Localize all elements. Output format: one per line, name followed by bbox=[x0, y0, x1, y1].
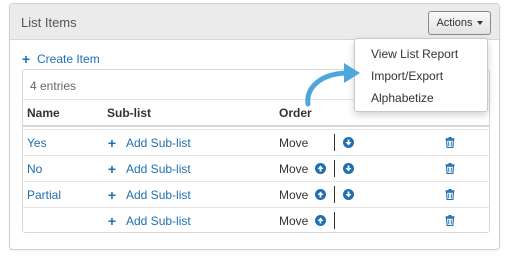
plus-icon: + bbox=[107, 160, 117, 177]
add-sublist-label: Add Sub-list bbox=[126, 213, 191, 228]
row-sublist-cell: + Add Sub-list bbox=[107, 208, 191, 232]
plus-icon: + bbox=[107, 212, 117, 229]
menu-item-import-export[interactable]: Import/Export bbox=[355, 65, 487, 87]
row-sublist-cell: + Add Sub-list bbox=[107, 182, 191, 207]
order-divider bbox=[334, 186, 336, 203]
trash-icon[interactable] bbox=[445, 215, 455, 226]
row-delete-cell bbox=[445, 156, 455, 181]
row-sublist-cell: + Add Sub-list bbox=[107, 156, 191, 181]
caret-down-icon bbox=[476, 21, 483, 25]
column-header-sublist: Sub-list bbox=[107, 105, 151, 120]
trash-icon[interactable] bbox=[445, 137, 455, 148]
arrow-up-circle-icon[interactable] bbox=[315, 215, 327, 226]
plus-icon: + bbox=[107, 186, 117, 203]
order-divider bbox=[334, 134, 336, 151]
row-order-cell: Move bbox=[279, 130, 355, 155]
row-name-link[interactable]: No bbox=[27, 162, 42, 176]
row-order-cell: Move bbox=[279, 208, 338, 232]
actions-dropdown-menu: View List Report Import/Export Alphabeti… bbox=[354, 38, 488, 112]
menu-item-view-list-report[interactable]: View List Report bbox=[355, 43, 487, 65]
add-sublist-label: Add Sub-list bbox=[126, 161, 191, 176]
arrow-down-circle-icon[interactable] bbox=[343, 189, 355, 200]
move-label: Move bbox=[279, 161, 309, 176]
row-name-cell: No bbox=[27, 156, 42, 181]
order-divider bbox=[334, 160, 336, 177]
move-label: Move bbox=[279, 135, 309, 150]
create-item-link[interactable]: + Create Item bbox=[21, 51, 100, 67]
add-sublist-label: Add Sub-list bbox=[126, 135, 191, 150]
move-label: Move bbox=[279, 187, 309, 202]
row-delete-cell bbox=[445, 130, 455, 155]
table-row: Partial + Add Sub-list Move bbox=[23, 181, 489, 207]
plus-icon: + bbox=[107, 134, 117, 151]
row-name-link[interactable]: Partial bbox=[27, 188, 61, 202]
row-order-cell: Move bbox=[279, 156, 355, 181]
panel-header: List Items Actions bbox=[10, 4, 499, 40]
order-divider bbox=[334, 212, 336, 229]
trash-icon[interactable] bbox=[445, 189, 455, 200]
panel-title: List Items bbox=[21, 15, 77, 30]
row-name-cell: Partial bbox=[27, 182, 61, 207]
arrow-down-circle-icon[interactable] bbox=[343, 137, 355, 148]
row-delete-cell bbox=[445, 208, 455, 232]
table-row: + Add Sub-list Move bbox=[23, 207, 489, 232]
table-row: Yes + Add Sub-list Move bbox=[23, 129, 489, 155]
arrow-down-circle-icon[interactable] bbox=[343, 163, 355, 174]
arrow-up-circle-icon[interactable] bbox=[315, 189, 327, 200]
row-delete-cell bbox=[445, 182, 455, 207]
add-sublist-link[interactable]: + Add Sub-list bbox=[107, 214, 191, 228]
empty-slot bbox=[315, 137, 326, 148]
trash-icon[interactable] bbox=[445, 163, 455, 174]
table-row: No + Add Sub-list Move bbox=[23, 155, 489, 181]
actions-button[interactable]: Actions bbox=[428, 11, 491, 35]
actions-button-label: Actions bbox=[436, 17, 473, 29]
curved-arrow-icon bbox=[305, 63, 360, 107]
menu-item-alphabetize[interactable]: Alphabetize bbox=[355, 87, 487, 109]
row-order-cell: Move bbox=[279, 182, 355, 207]
create-item-label: Create Item bbox=[37, 52, 100, 66]
row-sublist-cell: + Add Sub-list bbox=[107, 130, 191, 155]
add-sublist-label: Add Sub-list bbox=[126, 187, 191, 202]
add-sublist-link[interactable]: + Add Sub-list bbox=[107, 136, 191, 150]
add-sublist-link[interactable]: + Add Sub-list bbox=[107, 162, 191, 176]
arrow-up-circle-icon[interactable] bbox=[315, 163, 327, 174]
column-header-name: Name bbox=[27, 105, 60, 120]
row-name-link[interactable]: Yes bbox=[27, 136, 47, 150]
add-sublist-link[interactable]: + Add Sub-list bbox=[107, 188, 191, 202]
move-label: Move bbox=[279, 213, 309, 228]
row-name-cell: Yes bbox=[27, 130, 47, 155]
plus-icon: + bbox=[21, 51, 31, 67]
